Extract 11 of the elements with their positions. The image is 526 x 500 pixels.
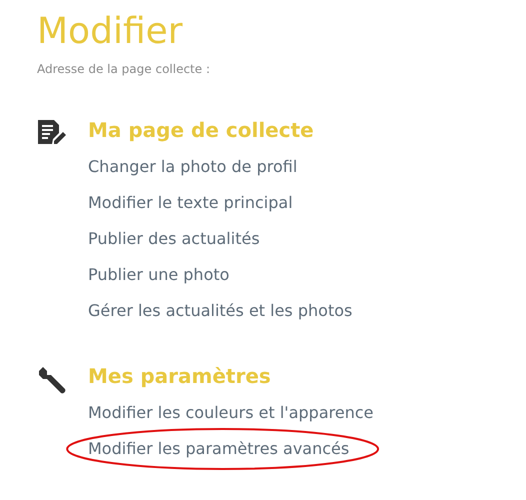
page-address-label: Adresse de la page collecte :: [37, 62, 210, 76]
page-title: Modifier: [37, 10, 184, 54]
section-heading: Mes paramètres: [88, 363, 271, 389]
menu-link[interactable]: Publier une photo: [88, 257, 230, 293]
menu-link[interactable]: Publier des actualités: [88, 221, 260, 257]
menu-link[interactable]: Changer la photo de profil: [88, 149, 298, 185]
menu-link[interactable]: Gérer les actualités et les photos: [88, 293, 352, 329]
menu-link[interactable]: Modifier le texte principal: [88, 185, 293, 221]
menu-link[interactable]: Modifier les couleurs et l'apparence: [88, 395, 374, 431]
document-edit-icon: [37, 119, 67, 147]
section-heading: Ma page de collecte: [88, 117, 314, 143]
